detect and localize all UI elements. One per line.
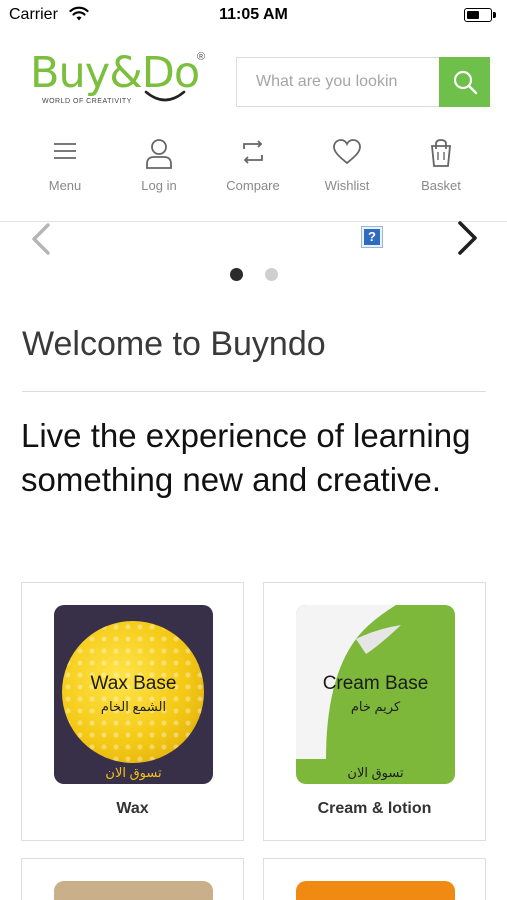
search-icon [453,70,477,95]
nav-menu-label: Menu [48,178,82,193]
nav-basket-label: Basket [421,178,461,193]
nav-compare-label: Compare [226,178,280,193]
registered-mark: ® [197,51,206,63]
product-card-wax[interactable]: Wax Base الشمع الخام تسوق الان Wax [21,582,244,841]
page-title: Welcome to Buyndo [22,325,326,363]
nav-login-label: Log in [141,178,177,193]
search-button[interactable] [439,57,490,107]
heart-icon [333,139,361,165]
product-card[interactable] [21,858,244,900]
wax-image-title: Wax Base [90,673,177,694]
product-label-wax[interactable]: Wax [22,800,243,818]
product-image[interactable] [296,881,455,900]
cream-image-subtitle: كريم خام [350,699,401,714]
smile-icon [144,90,186,102]
shopping-bag-icon [431,139,451,167]
title-divider [22,391,486,392]
help-badge-text: ? [364,229,380,245]
brand-logo[interactable]: Buy&Do ® WORLD OF CREATIVITY [30,48,214,116]
slider-prev-arrow-icon[interactable] [28,222,54,256]
product-card-cream[interactable]: Cream Base كريم خام تسوق الان Cream & lo… [263,582,486,841]
logo-tagline: WORLD OF CREATIVITY [42,98,132,105]
nav-wishlist-label: Wishlist [324,178,370,193]
nav-login[interactable]: Log in [112,138,206,193]
search-bar [236,57,490,107]
nav-menu[interactable]: Menu [18,138,112,193]
status-bar: Carrier 11:05 AM [0,0,507,32]
slider-dot-active[interactable] [230,268,243,281]
nav-bar: Menu Log in Compare Wishlist Basket [0,138,507,200]
hamburger-icon [54,143,76,159]
product-label-cream[interactable]: Cream & lotion [264,800,485,818]
user-icon [146,139,172,169]
compare-icon [243,140,263,164]
help-badge[interactable]: ? [361,226,383,248]
status-time: 11:05 AM [219,6,288,23]
slider-next-arrow-icon[interactable] [454,220,480,256]
wax-image-cta: تسوق الان [105,765,162,780]
nav-compare[interactable]: Compare [206,138,300,193]
cream-image-title: Cream Base [322,673,429,694]
cream-product-image[interactable]: Cream Base كريم خام تسوق الان [296,605,455,784]
tagline: Live the experience of learning somethin… [21,417,471,498]
product-image[interactable] [54,881,213,900]
search-input[interactable] [237,58,439,106]
wax-product-image[interactable]: Wax Base الشمع الخام تسوق الان [54,605,213,784]
header-divider [0,221,507,222]
product-card[interactable] [263,858,486,900]
slider-dot[interactable] [265,268,278,281]
nav-wishlist[interactable]: Wishlist [300,138,394,193]
battery-icon [464,8,496,22]
wax-image-subtitle: الشمع الخام [100,699,167,714]
cream-image-cta: تسوق الان [347,765,404,780]
nav-basket[interactable]: Basket [394,138,488,193]
